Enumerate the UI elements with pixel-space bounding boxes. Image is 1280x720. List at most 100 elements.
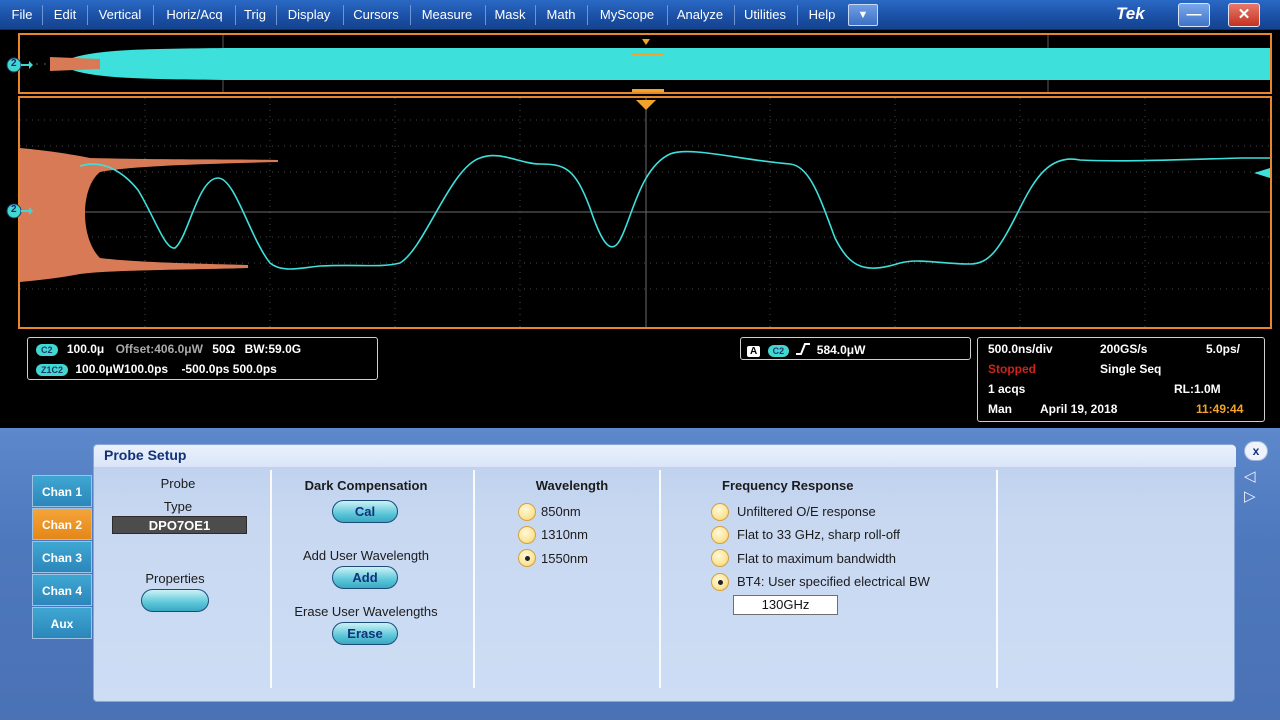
probe-heading: Probe [160, 476, 196, 491]
menu-bar: File Edit Vertical Horiz/Acq Trig Displa… [0, 0, 1280, 30]
column-divider [996, 470, 998, 688]
freq-flat-max-radio[interactable] [711, 549, 729, 567]
close-panel-button[interactable]: x [1244, 441, 1268, 461]
menu-measure[interactable]: Measure [414, 0, 480, 30]
trigger-level: 584.0μW [816, 342, 866, 357]
menu-separator [410, 5, 411, 25]
menu-vertical[interactable]: Vertical [91, 0, 149, 30]
oscilloscope-app: File Edit Vertical Horiz/Acq Trig Displa… [0, 0, 1280, 720]
rising-edge-icon [795, 342, 811, 359]
trigger-channel-badge: C2 [767, 344, 790, 357]
menu-edit[interactable]: Edit [46, 0, 84, 30]
cal-button[interactable]: Cal [332, 500, 398, 523]
channel2-scale: 100.0μ [66, 342, 105, 356]
column-divider [270, 470, 272, 688]
prev-panel-icon[interactable]: ◁ [1244, 467, 1256, 485]
freq-flat33-radio[interactable] [711, 526, 729, 544]
user-bandwidth-input[interactable]: 130GHz [733, 595, 838, 615]
trigger-point-icon [636, 100, 656, 110]
menu-separator [587, 5, 588, 25]
channel2-badge: C2 [36, 343, 58, 356]
zoom-graticule[interactable] [18, 96, 1272, 329]
tab-chan-1[interactable]: Chan 1 [32, 475, 92, 507]
properties-button[interactable] [141, 589, 209, 612]
channel2-termination: 50Ω [212, 342, 236, 356]
freq-flat33-label: Flat to 33 GHz, sharp roll-off [737, 527, 901, 542]
menu-myscope[interactable]: MyScope [591, 0, 663, 30]
tab-chan-3[interactable]: Chan 3 [32, 541, 92, 573]
wavelength-1310-radio[interactable] [518, 526, 536, 544]
menu-trig[interactable]: Trig [239, 0, 271, 30]
acquisition-count: 1 acqs [988, 382, 1026, 396]
menu-separator [343, 5, 344, 25]
erase-wavelengths-heading: Erase User Wavelengths [294, 604, 438, 619]
horizontal-readout[interactable]: 500.0ns/div 200GS/s 5.0ps/ Stopped Singl… [977, 337, 1265, 422]
time-resolution: 5.0ps/ [1206, 342, 1241, 356]
time-per-division: 500.0ns/div [988, 342, 1053, 356]
trigger-readout[interactable]: A C2 584.0μW [740, 337, 971, 360]
zoom-badge: Z1C2 [36, 363, 69, 376]
menu-separator [42, 5, 43, 25]
menu-separator [87, 5, 88, 25]
overview-graticule[interactable] [18, 33, 1272, 94]
menu-math[interactable]: Math [539, 0, 583, 30]
trigger-mode: Man [988, 402, 1012, 416]
menu-file[interactable]: File [6, 0, 38, 30]
channel2-trace [79, 150, 1270, 270]
overview-waveform [20, 35, 1270, 92]
sample-rate: 200GS/s [1100, 342, 1148, 356]
properties-label: Properties [145, 571, 205, 586]
menu-separator [734, 5, 735, 25]
add-button[interactable]: Add [332, 566, 398, 589]
trigger-source-badge: A [747, 345, 761, 357]
freq-unfiltered-label: Unfiltered O/E response [737, 504, 876, 519]
wavelength-850-radio[interactable] [518, 503, 536, 521]
overview-trace-band [225, 48, 1270, 80]
frequency-response-heading: Frequency Response [722, 478, 854, 493]
menu-utilities[interactable]: Utilities [738, 0, 792, 30]
freq-unfiltered-radio[interactable] [711, 503, 729, 521]
close-window-button[interactable]: ✕ [1228, 3, 1260, 27]
wavelength-1550-radio[interactable] [518, 549, 536, 567]
freq-bt4-label: BT4: User specified electrical BW [737, 574, 930, 589]
probe-setup-window: Probe Setup [93, 444, 1236, 702]
channel-readout[interactable]: C2 100.0μ Offset:406.0μW 50Ω BW:59.0G Z1… [27, 337, 378, 380]
column-divider [473, 470, 475, 688]
menu-display[interactable]: Display [280, 0, 338, 30]
menu-separator [797, 5, 798, 25]
zoom-position: -500.0ps 500.0ps [181, 362, 277, 376]
freq-bt4-radio[interactable] [711, 573, 729, 591]
menu-analyze[interactable]: Analyze [671, 0, 729, 30]
trigger-position-icon [642, 39, 650, 45]
add-wavelength-heading: Add User Wavelength [303, 548, 429, 563]
channel-ref-label: 2 [11, 204, 17, 215]
run-state: Stopped [988, 362, 1036, 376]
tab-chan-4[interactable]: Chan 4 [32, 574, 92, 606]
zoom-window-marker [632, 53, 664, 55]
type-label: Type [163, 499, 193, 514]
channel2-ref-marker-top[interactable]: 2 [3, 57, 33, 73]
overview-histogram [50, 57, 100, 71]
next-panel-icon[interactable]: ▷ [1244, 487, 1256, 505]
menu-separator [667, 5, 668, 25]
channel2-ref-marker-main[interactable]: 2 [3, 203, 33, 219]
acquisition-time: 11:49:44 [1196, 402, 1244, 416]
tab-chan-2[interactable]: Chan 2 [32, 508, 92, 540]
tab-aux[interactable]: Aux [32, 607, 92, 639]
wavelength-heading: Wavelength [535, 478, 609, 493]
menu-dropdown-button[interactable]: ▼ [848, 4, 878, 26]
channel2-bandwidth: BW:59.0G [244, 342, 302, 356]
menu-separator [153, 5, 154, 25]
record-length: RL:1.0M [1174, 382, 1221, 396]
minimize-button[interactable]: — [1178, 3, 1210, 27]
menu-help[interactable]: Help [801, 0, 843, 30]
probe-type-field: DPO7OE1 [112, 516, 247, 534]
menu-cursors[interactable]: Cursors [347, 0, 405, 30]
menu-mask[interactable]: Mask [489, 0, 531, 30]
dark-compensation-heading: Dark Compensation [304, 478, 428, 493]
erase-button[interactable]: Erase [332, 622, 398, 645]
channel2-offset: Offset:406.0μW [115, 342, 203, 356]
zoom-histogram [20, 148, 278, 282]
menu-horiz-acq[interactable]: Horiz/Acq [157, 0, 232, 30]
menu-separator [535, 5, 536, 25]
